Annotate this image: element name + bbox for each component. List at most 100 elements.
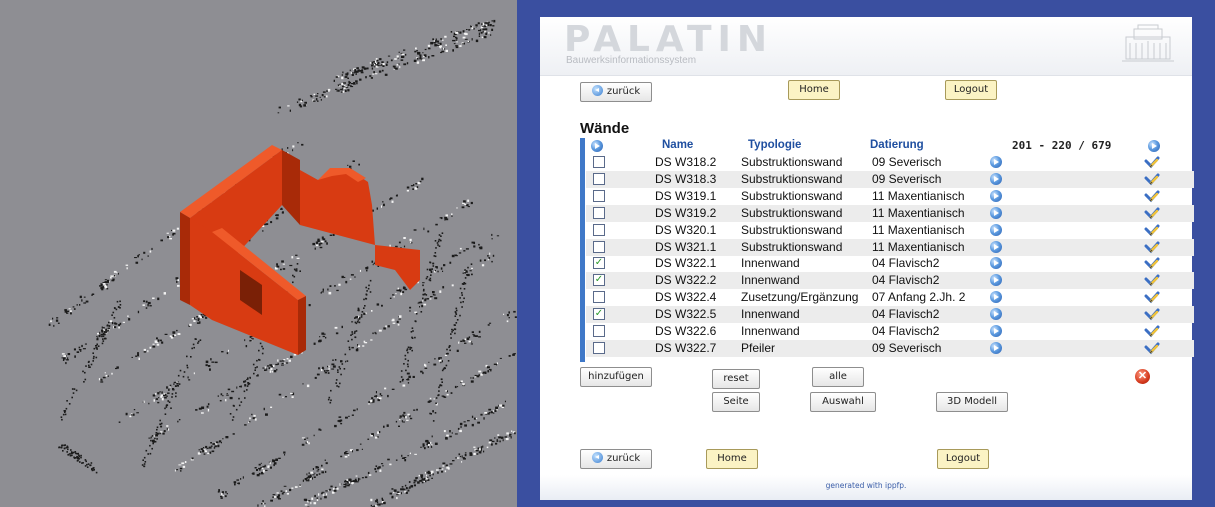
row-checkbox[interactable] [593,291,605,304]
row-checkbox[interactable] [593,240,605,253]
back-arrow-icon [591,452,603,463]
add-button[interactable]: hinzufügen [580,367,652,387]
wall-model [180,145,420,355]
prev-page-icon[interactable] [591,140,603,152]
close-icon[interactable]: ✕ [1135,369,1150,384]
edit-pencil-icon[interactable] [1144,155,1160,169]
back-arrow-icon [591,85,603,96]
table-row: DS W321.1 Substruktionswand 11 Maxentianis… [586,238,1194,256]
row-checkbox[interactable] [593,325,605,337]
page-button[interactable]: Seite [712,392,760,412]
edit-pencil-icon[interactable] [1144,324,1160,338]
column-header-datierung[interactable]: Datierung [870,139,924,151]
edit-pencil-icon[interactable] [1144,206,1160,220]
home-button-bottom[interactable]: Home [706,449,758,469]
row-open-icon[interactable] [990,189,1002,202]
row-name: DS W318.2 [655,155,717,169]
next-page-icon[interactable] [1148,140,1160,152]
row-checkbox[interactable]: ✓ [593,274,605,287]
row-name: DS W322.2 [655,273,717,288]
edit-pencil-icon[interactable] [1144,273,1160,287]
home-button-top[interactable]: Home [788,80,840,100]
selection-button[interactable]: Auswahl [810,392,876,412]
row-name: DS W318.3 [655,171,717,186]
edit-pencil-icon[interactable] [1144,189,1160,203]
edit-pencil-icon[interactable] [1144,307,1160,321]
3d-model-viewport[interactable] [0,0,517,507]
row-open-icon[interactable] [990,240,1002,253]
3d-model-button[interactable]: 3D Modell [936,392,1008,412]
app-header: PALATIN Bauwerksinformationssystem [540,17,1192,76]
row-open-icon[interactable] [990,223,1002,236]
reset-button[interactable]: reset [712,369,760,389]
row-typologie: Substruktionswand [741,155,843,169]
row-datierung: 11 Maxentianisch [872,239,965,254]
row-checkbox[interactable] [593,189,605,202]
row-open-icon[interactable] [990,291,1002,304]
row-open-icon[interactable] [990,206,1002,219]
row-open-icon[interactable] [990,341,1002,354]
edit-pencil-icon[interactable] [1144,341,1160,355]
row-open-icon[interactable] [990,308,1002,321]
row-checkbox[interactable]: ✓ [593,257,605,270]
row-checkbox[interactable] [593,223,605,236]
table-row: DS W319.1 Substruktionswand 11 Maxentianis… [586,188,1194,205]
row-checkbox[interactable] [593,156,605,168]
row-datierung: 04 Flavisch2 [872,307,940,322]
row-name: DS W319.1 [655,188,717,203]
row-typologie: Substruktionswand [741,239,843,254]
row-checkbox[interactable] [593,206,605,219]
row-datierung: 04 Flavisch2 [872,273,940,288]
app-page: PALATIN Bauwerksinformationssystem zurüc… [540,17,1194,500]
edit-pencil-icon[interactable] [1144,256,1160,270]
column-header-name[interactable]: Name [662,139,693,151]
row-name: DS W321.1 [655,239,717,254]
row-name: DS W322.7 [655,340,717,355]
row-typologie: Innenwand [741,273,800,288]
row-name: DS W322.1 [655,256,717,271]
row-open-icon[interactable] [990,325,1002,337]
app-logo-title: PALATIN [564,19,774,60]
logout-button-bottom[interactable]: Logout [937,449,989,469]
column-header-typologie[interactable]: Typologie [748,139,801,151]
row-typologie: Innenwand [741,256,800,271]
row-checkbox[interactable] [593,172,605,185]
row-typologie: Pfeiler [741,340,776,355]
building-logo-icon [1122,24,1174,62]
logout-button-top[interactable]: Logout [945,80,997,100]
row-name: DS W322.4 [655,290,717,305]
select-all-button[interactable]: alle [812,367,864,387]
row-open-icon[interactable] [990,156,1002,168]
row-typologie: Substruktionswand [741,205,843,220]
edit-pencil-icon[interactable] [1144,223,1160,237]
edit-pencil-icon[interactable] [1144,172,1160,186]
pagination-info: 201 - 220 / 679 [1012,139,1112,152]
row-datierung: 09 Severisch [872,340,942,355]
row-datierung: 09 Severisch [872,171,942,186]
row-name: DS W322.6 [655,324,717,338]
row-datierung: 09 Severisch [872,155,942,169]
edit-pencil-icon[interactable] [1144,290,1160,304]
row-name: DS W322.5 [655,307,717,322]
row-datierung: 11 Maxentianisch [872,222,965,237]
footer-text: generated with ippfp. [825,481,907,490]
back-button-bottom[interactable]: zurück [580,449,652,469]
row-open-icon[interactable] [990,257,1002,270]
row-checkbox[interactable] [593,341,605,354]
edit-pencil-icon[interactable] [1144,240,1160,254]
row-open-icon[interactable] [990,172,1002,185]
row-checkbox[interactable]: ✓ [593,308,605,321]
table-row: DS W322.7 Pfeiler 09 Severisch [586,339,1194,357]
app-footer: generated with ippfp. [540,475,1192,500]
row-open-icon[interactable] [990,274,1002,287]
row-typologie: Substruktionswand [741,171,843,186]
row-typologie: Substruktionswand [741,188,843,203]
table-row: DS W318.2 Substruktionswand 09 Severisch [586,154,1194,171]
back-label: zurück [606,453,641,464]
section-title: Wände [580,120,630,137]
back-button-top[interactable]: zurück [580,82,652,102]
table-row: DS W319.2 Substruktionswand 11 Maxentianis… [586,204,1194,222]
table-row: ✓ DS W322.2 Innenwand 04 Flavisch2 [586,272,1194,290]
3d-scene[interactable] [0,0,517,507]
table-row: DS W322.4 Zusetzung/Ergänzung 07 Anfang 2.… [586,289,1194,306]
